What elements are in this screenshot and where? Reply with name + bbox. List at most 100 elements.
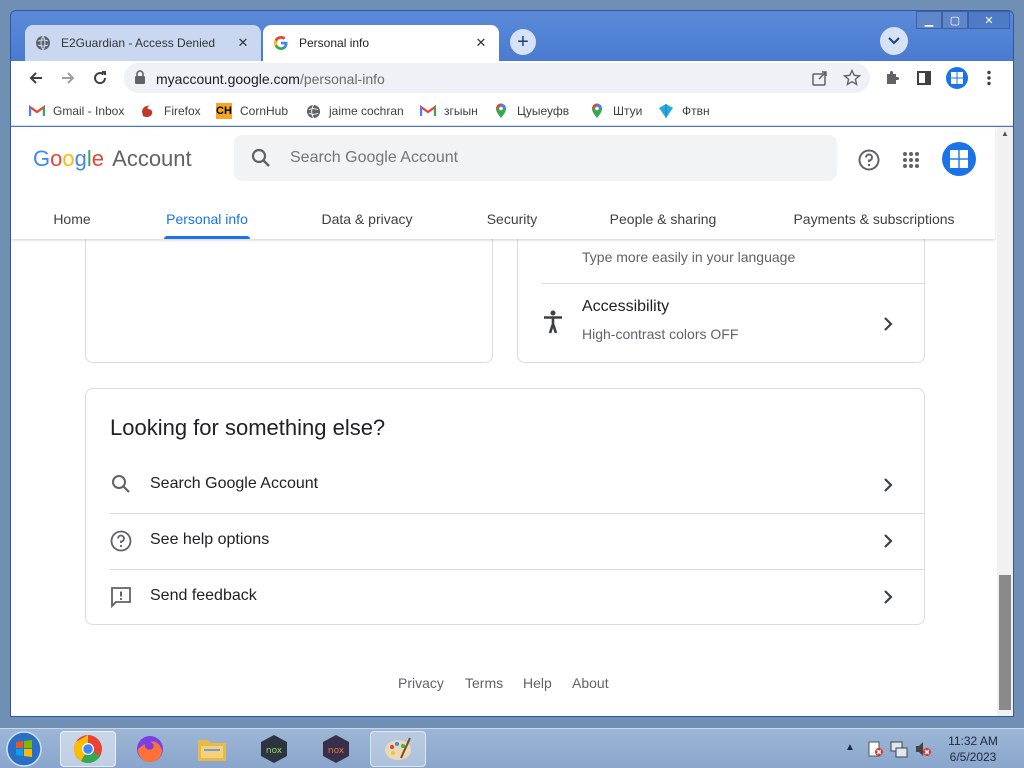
- bookmark-gmail-inbox[interactable]: Gmail - Inbox: [29, 101, 124, 121]
- footer-help-link[interactable]: Help: [523, 675, 552, 691]
- tab-strip: E2Guardian - Access Denied ✕ Personal in…: [11, 11, 1013, 61]
- gmail-icon: [420, 103, 436, 119]
- paint-palette-icon: [385, 737, 411, 760]
- tab-people-sharing[interactable]: People & sharing: [605, 199, 721, 239]
- browser-menu-button[interactable]: [977, 66, 1001, 90]
- close-window-button[interactable]: ✕: [968, 11, 1010, 29]
- tab-e2guardian[interactable]: E2Guardian - Access Denied ✕: [25, 25, 261, 61]
- network-icon[interactable]: [890, 740, 908, 763]
- bookmark-star-icon[interactable]: [842, 68, 862, 92]
- chevron-right-icon: [878, 587, 898, 607]
- taskbar-clock[interactable]: 11:32 AM 6/5/2023: [940, 733, 1006, 765]
- side-panel-button[interactable]: [912, 66, 936, 90]
- bookmark-label: Штуи: [613, 104, 643, 118]
- url-host: myaccount.google.com: [156, 71, 300, 87]
- minimize-button[interactable]: ▁: [916, 11, 942, 29]
- extensions-button[interactable]: [880, 66, 904, 90]
- help-icon: [110, 530, 132, 557]
- page-content: Google Account Home Personal info Data &…: [11, 127, 997, 716]
- accessibility-icon: [542, 310, 564, 339]
- tab-data-privacy[interactable]: Data & privacy: [315, 199, 419, 239]
- start-button[interactable]: [4, 730, 44, 768]
- account-search-box[interactable]: [234, 135, 837, 181]
- side-panel-icon: [917, 71, 931, 85]
- arrow-right-icon: [62, 72, 75, 84]
- browser-toolbar: myaccount.google.com/personal-info: [11, 61, 1013, 95]
- tray-expand-icon[interactable]: ▲: [845, 742, 855, 753]
- help-options-row[interactable]: See help options: [86, 514, 924, 569]
- tab-search-button[interactable]: [880, 27, 908, 55]
- profile-avatar-icon: [946, 67, 968, 89]
- taskbar-paint[interactable]: [370, 731, 426, 767]
- url-path: /personal-info: [299, 71, 385, 87]
- folder-icon: [198, 740, 226, 761]
- accessibility-row[interactable]: Accessibility High-contrast colors OFF: [518, 284, 924, 362]
- clock-date: 6/5/2023: [949, 750, 997, 764]
- url-text: myaccount.google.com/personal-info: [156, 71, 385, 87]
- share-icon[interactable]: [811, 69, 829, 92]
- bookmark-firefox[interactable]: Firefox: [140, 101, 201, 121]
- bookmark-label: згыын: [444, 104, 478, 118]
- apps-grid-icon: [903, 152, 919, 168]
- taskbar-file-explorer[interactable]: [184, 731, 240, 767]
- tab-home[interactable]: Home: [51, 199, 93, 239]
- search-account-label: Search Google Account: [150, 475, 319, 492]
- search-account-row[interactable]: Search Google Account: [86, 457, 924, 513]
- account-avatar[interactable]: [942, 142, 976, 176]
- scrollbar-thumb[interactable]: [999, 575, 1011, 710]
- bookmark-cornhub[interactable]: CH CornHub: [216, 101, 288, 121]
- bookmark-label: Gmail - Inbox: [53, 104, 125, 118]
- footer-terms-link[interactable]: Terms: [465, 675, 503, 691]
- help-options-label: See help options: [150, 531, 270, 548]
- avatar-icon: [942, 142, 976, 176]
- bookmark-ftvn[interactable]: Фтвн: [658, 101, 710, 121]
- help-button[interactable]: [857, 148, 881, 172]
- bookmark-tsuyeufv[interactable]: Цуыеуфв: [493, 101, 569, 121]
- bookmark-label: Фтвн: [682, 104, 710, 118]
- help-icon: [858, 149, 880, 171]
- page-scrollbar[interactable]: ▲: [997, 127, 1013, 716]
- input-tools-subtitle: Type more easily in your language: [582, 249, 796, 265]
- ch-icon: CH: [216, 103, 232, 119]
- svg-text:nox: nox: [266, 746, 283, 756]
- lock-icon: [134, 70, 146, 90]
- taskbar-nox-multi[interactable]: nox: [308, 731, 364, 767]
- globe-icon: [305, 103, 321, 119]
- google-account-logo[interactable]: Google Account: [33, 146, 192, 172]
- arrow-left-icon: [29, 72, 42, 84]
- bookmark-label: Firefox: [164, 104, 201, 118]
- profile-button[interactable]: [945, 66, 969, 90]
- close-tab-icon[interactable]: ✕: [235, 35, 251, 51]
- close-tab-icon[interactable]: ✕: [473, 35, 489, 51]
- tab-security[interactable]: Security: [482, 199, 542, 239]
- taskbar-firefox[interactable]: [122, 731, 178, 767]
- tab-payments-subscriptions[interactable]: Payments & subscriptions: [786, 199, 962, 239]
- taskbar-nox[interactable]: nox: [246, 731, 302, 767]
- footer-privacy-link[interactable]: Privacy: [398, 675, 444, 691]
- maximize-button[interactable]: ▢: [942, 11, 968, 29]
- gmail-icon: [29, 103, 45, 119]
- new-tab-button[interactable]: +: [510, 29, 536, 55]
- address-bar[interactable]: myaccount.google.com/personal-info: [124, 63, 870, 93]
- send-feedback-row[interactable]: Send feedback: [86, 570, 924, 624]
- reload-button[interactable]: [88, 66, 112, 90]
- footer-about-link[interactable]: About: [572, 675, 609, 691]
- search-icon: [250, 147, 272, 174]
- svg-text:nox: nox: [328, 746, 345, 756]
- bookmark-jaime-cochran[interactable]: jaime cochran: [305, 101, 404, 121]
- back-button[interactable]: [24, 66, 48, 90]
- bookmark-zgyyn[interactable]: згыын: [420, 101, 478, 121]
- bookmark-shtui[interactable]: Штуи: [589, 101, 642, 121]
- forward-button[interactable]: [56, 66, 80, 90]
- action-center-icon[interactable]: [866, 740, 884, 763]
- volume-muted-icon[interactable]: [914, 740, 932, 763]
- taskbar-chrome[interactable]: [60, 731, 116, 767]
- scroll-up-arrow-icon[interactable]: ▲: [1001, 129, 1009, 138]
- tab-personal-info[interactable]: Personal info: [164, 199, 250, 239]
- chrome-icon: [74, 735, 102, 763]
- account-search-input[interactable]: [290, 135, 810, 181]
- browser-window: E2Guardian - Access Denied ✕ Personal in…: [10, 10, 1014, 717]
- tab-personal-info[interactable]: Personal info ✕: [263, 25, 499, 61]
- bookmark-label: jaime cochran: [329, 104, 404, 118]
- google-apps-button[interactable]: [899, 148, 923, 172]
